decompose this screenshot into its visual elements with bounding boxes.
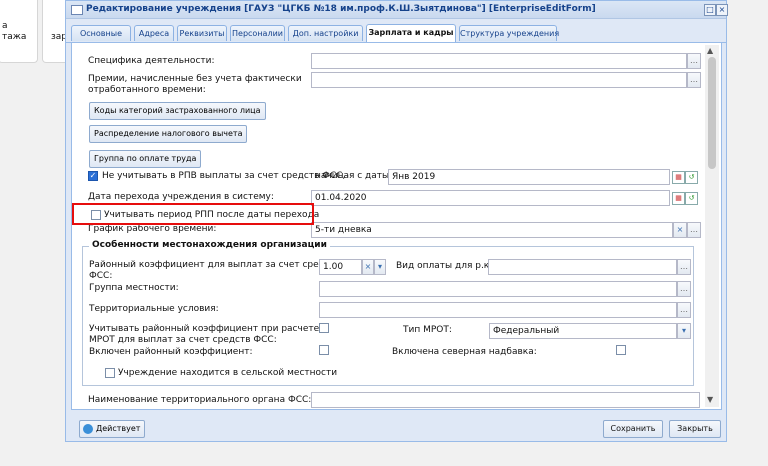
rpv-checkbox[interactable]: ✓ <box>88 171 98 181</box>
location-legend: Особенности местонахождения организации <box>89 240 330 250</box>
chevron-down-icon[interactable]: ▾ <box>677 323 691 339</box>
north-allowance-label: Включена северная надбавка: <box>392 347 537 357</box>
clear-date-icon[interactable]: ↺ <box>685 192 698 205</box>
active-status-label: Действует <box>96 424 141 433</box>
active-status-button[interactable]: Действует <box>79 420 146 438</box>
coef-included-label: Включен районный коэффициент: <box>89 347 253 357</box>
rpv-label: Не учитывать в РПВ выплаты за счет средс… <box>102 171 346 181</box>
mrot-coef-label-line-2: МРОТ для выплат за счет средств ФСС: <box>89 335 277 345</box>
clear-icon[interactable]: × <box>673 222 687 238</box>
salary-tab-panel: Специфика деятельности: … Премии, начисл… <box>71 42 722 410</box>
status-ok-icon <box>83 424 93 434</box>
window-icon <box>71 5 83 15</box>
schedule-field[interactable]: 5-ти дневка <box>311 222 673 238</box>
payment-type-label: Вид оплаты для р.к.: <box>396 261 496 271</box>
calendar-icon[interactable]: ▦ <box>672 192 685 205</box>
restore-button[interactable]: □ <box>704 4 716 16</box>
tab-addresses[interactable]: Адреса <box>134 25 174 41</box>
rural-label: Учреждение находится в сельской местност… <box>118 368 338 378</box>
background-tile-line-1: а <box>2 21 8 31</box>
bonus-label-line-1: Премии, начисленные без учета фактически <box>88 74 302 84</box>
scroll-down-icon[interactable]: ▼ <box>707 395 713 404</box>
mrot-type-label: Тип МРОТ: <box>403 325 452 335</box>
spec-label: Специфика деятельности: <box>88 56 215 66</box>
clear-icon[interactable]: × <box>362 259 374 275</box>
fss-organ-field[interactable] <box>311 392 700 408</box>
highlight-box <box>72 203 314 225</box>
tab-strip: Основные Адреса Реквизиты Персоналии Доп… <box>66 21 726 43</box>
territorial-conditions-label: Территориальные условия: <box>89 304 219 314</box>
window-titlebar[interactable]: Редактирование учреждения [ГАУЗ "ЦГКБ №1… <box>66 1 728 19</box>
spec-field[interactable] <box>311 53 687 69</box>
district-coef-field[interactable]: 1.00 <box>319 259 362 275</box>
tab-salary-and-staff[interactable]: Зарплата и кадры <box>366 24 456 42</box>
rpv-date-label: начиная с даты: <box>315 171 393 181</box>
locality-group-field[interactable] <box>319 281 677 297</box>
bonus-lookup-button[interactable]: … <box>687 72 701 88</box>
mrot-type-select[interactable]: Федеральный <box>489 323 677 339</box>
schedule-lookup-button[interactable]: … <box>687 222 701 238</box>
bonus-label-line-2: отработанного времени: <box>88 85 206 95</box>
close-icon[interactable]: × <box>716 4 728 16</box>
background-tile[interactable]: а тажа <box>0 0 38 63</box>
territorial-conditions-field[interactable] <box>319 302 677 318</box>
transition-date-field[interactable]: 01.04.2020 <box>311 190 670 206</box>
tab-requisites[interactable]: Реквизиты <box>177 25 227 41</box>
rpv-date-field[interactable]: Янв 2019 <box>388 169 670 185</box>
tab-main[interactable]: Основные <box>71 25 131 41</box>
insured-category-codes-button[interactable]: Коды категорий застрахованного лица <box>89 102 266 120</box>
tax-deduction-distribution-button[interactable]: Распределение налогового вычета <box>89 125 248 143</box>
clear-date-icon[interactable]: ↺ <box>685 171 698 184</box>
coef-included-checkbox[interactable] <box>319 345 329 355</box>
pay-group-button[interactable]: Группа по оплате труда <box>89 150 202 168</box>
tab-additional-settings[interactable]: Доп. настройки <box>288 25 363 41</box>
territorial-conditions-lookup-button[interactable]: … <box>677 302 691 318</box>
payment-type-field[interactable] <box>488 259 677 275</box>
spec-lookup-button[interactable]: … <box>687 53 701 69</box>
schedule-label: График рабочего времени: <box>88 224 217 234</box>
location-fieldset: Особенности местонахождения организации … <box>82 240 694 386</box>
window-title: Редактирование учреждения [ГАУЗ "ЦГКБ №1… <box>86 4 596 14</box>
district-coef-label-line-2: ФСС: <box>89 271 113 281</box>
calendar-icon[interactable]: ▦ <box>672 171 685 184</box>
mrot-coef-label-line-1: Учитывать районный коэффициент при расче… <box>89 324 320 334</box>
bonus-field[interactable] <box>311 72 687 88</box>
north-allowance-checkbox[interactable] <box>616 345 626 355</box>
close-button[interactable]: Закрыть <box>669 420 721 438</box>
save-button[interactable]: Сохранить <box>603 420 663 438</box>
payment-type-lookup-button[interactable]: … <box>677 259 691 275</box>
scroll-up-icon[interactable]: ▲ <box>707 46 713 55</box>
tab-organization-structure[interactable]: Структура учреждения <box>459 25 559 41</box>
fss-organ-label: Наименование территориального органа ФСС… <box>88 395 312 405</box>
scrollbar-thumb[interactable] <box>708 57 716 169</box>
locality-group-lookup-button[interactable]: … <box>677 281 691 297</box>
rural-checkbox[interactable] <box>105 368 115 378</box>
transition-date-label: Дата перехода учреждения в систему: <box>88 192 274 202</box>
mrot-coef-checkbox[interactable] <box>319 323 329 333</box>
locality-group-label: Группа местности: <box>89 283 179 293</box>
vertical-scrollbar[interactable]: ▲ ▼ <box>705 45 719 407</box>
tab-personnel[interactable]: Персоналии <box>230 25 285 41</box>
background-tile-line-2: тажа <box>2 32 27 42</box>
district-coef-label-line-1: Районный коэффициент для выплат за счет … <box>89 260 341 270</box>
chevron-down-icon[interactable]: ▾ <box>374 259 386 275</box>
